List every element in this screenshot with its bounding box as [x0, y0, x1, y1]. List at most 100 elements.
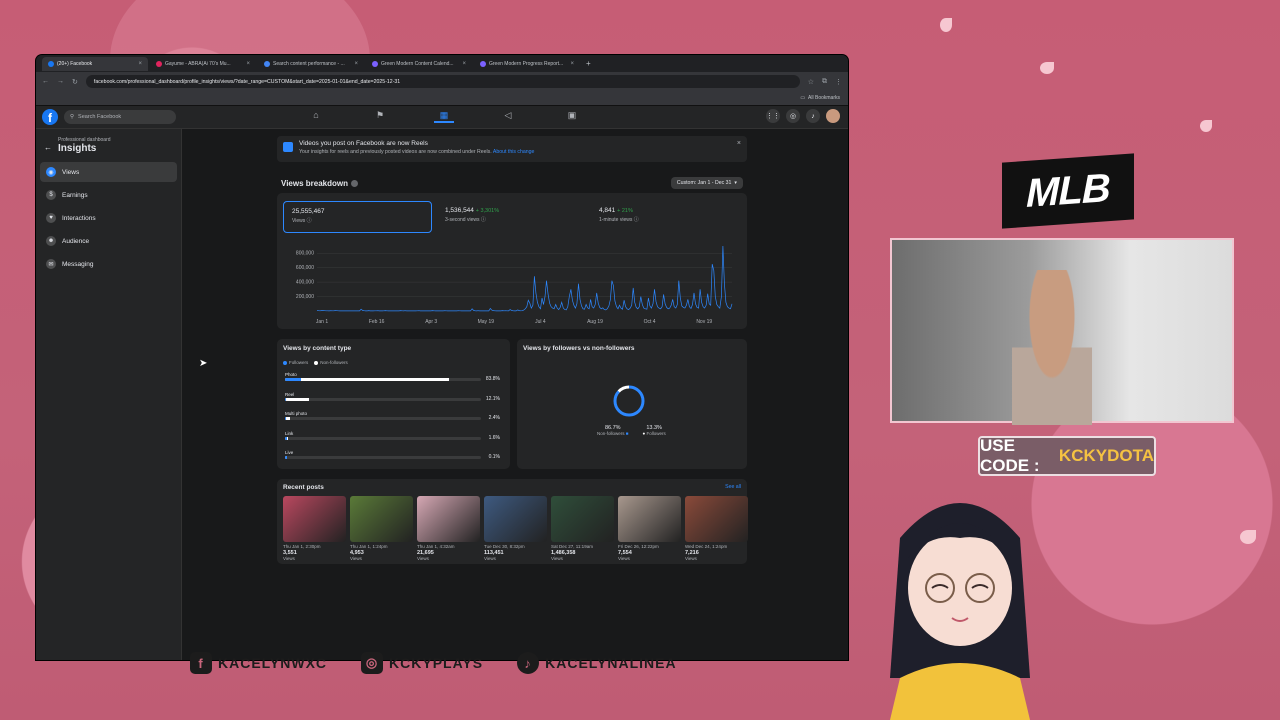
post-thumbnail[interactable] — [685, 496, 748, 542]
views-breakdown-card: Views breakdown Custom: Jan 1 - Dec 31 ▾ … — [277, 171, 747, 329]
calendar-icon[interactable]: ▣ — [562, 110, 582, 123]
close-tab-icon[interactable]: × — [354, 61, 358, 67]
petal-decoration — [1200, 120, 1212, 132]
right-nav: ⋮⋮ ◎ ♪ — [766, 109, 840, 123]
post-thumbnail[interactable] — [484, 496, 547, 542]
dashboard-icon[interactable]: ▦ — [434, 110, 454, 123]
profile-avatar[interactable] — [826, 109, 840, 123]
close-tab-icon[interactable]: × — [462, 61, 466, 67]
recent-posts-card: Recent posts See all Thu Jan 1, 2:30pm 3,… — [277, 479, 748, 564]
post-thumbnail[interactable] — [551, 496, 614, 542]
star-icon[interactable]: ☆ — [808, 78, 814, 86]
apps-grid-icon[interactable]: ⋮⋮ — [766, 109, 780, 123]
browser-window: (20+) Facebook × Gayume - ABRA(Ai 70's Mu… — [36, 55, 848, 660]
mlb-logo: MLB — [1002, 153, 1134, 229]
non-followers-label: Non-followers — [597, 431, 625, 436]
post-views-label: Views — [350, 556, 362, 561]
notifications-bell-icon[interactable]: ♪ — [806, 109, 820, 123]
content-type-pct: 2.4% — [488, 415, 500, 421]
info-icon[interactable] — [351, 180, 358, 188]
post-thumbnail[interactable] — [417, 496, 480, 542]
metric-1-minute-views[interactable]: 4,841 + 21% 1-minute views ⓘ — [591, 201, 740, 233]
webcam-feed — [890, 238, 1234, 425]
recent-post[interactable]: Thu Jan 1, 4:32am 21,695 Views — [417, 496, 480, 561]
about-this-change-link[interactable]: About this change — [493, 149, 535, 155]
search-icon: ⚲ — [70, 114, 75, 120]
bar-track — [285, 436, 481, 440]
youtube-favicon-icon — [156, 60, 162, 67]
content-type-label: Reel — [285, 391, 295, 397]
reload-icon[interactable]: ↻ — [72, 78, 78, 86]
content-type-bar — [285, 378, 450, 381]
back-arrow-icon[interactable]: ← — [42, 78, 49, 85]
url-field[interactable]: facebook.com/professional_dashboard/prof… — [85, 75, 800, 88]
post-views-label: Views — [283, 556, 295, 561]
y-tick-label: 400,000 — [296, 280, 314, 286]
recent-post[interactable]: Fri Dec 26, 12:22pm 7,554 Views — [618, 496, 681, 561]
close-icon[interactable]: × — [737, 140, 741, 147]
recent-post[interactable]: Wed Dec 24, 1:24pm 7,216 Views — [685, 496, 748, 561]
browser-tab-facebook[interactable]: (20+) Facebook × — [42, 56, 148, 71]
legend-followers: Followers — [289, 360, 309, 365]
post-views-label: Views — [417, 556, 429, 561]
recent-post[interactable]: Thu Jan 1, 1:24pm 4,953 Views — [350, 496, 413, 561]
flag-icon[interactable]: ⚑ — [370, 110, 390, 123]
browser-tab-3[interactable]: Search content performance - ... × — [258, 57, 364, 71]
content-type-bars: Photo 83.8% Reel 12.1% Multi photo 2.4% Link 1.… — [283, 370, 504, 468]
browser-tab-5[interactable]: Green Modern Progress Report... × — [474, 57, 580, 71]
followers-bar-segment — [285, 397, 287, 401]
facebook-top-nav: f ⚲ Search Facebook ⌂ ⚑ ▦ ◁ ▣ ⋮⋮ ◎ ♪ — [36, 106, 848, 129]
sidebar-item-messaging[interactable]: ✉ Messaging — [40, 254, 177, 274]
facebook-search-input[interactable]: ⚲ Search Facebook — [64, 110, 176, 124]
facebook-favicon-icon — [48, 60, 54, 67]
bar-track — [285, 417, 481, 420]
legend-non-followers: Non-followers — [320, 360, 348, 365]
content-type-row: Photo 83.8% — [283, 370, 504, 390]
views-breakdown-title: Views breakdown — [281, 179, 358, 188]
metric-views[interactable]: 25,555,467 Views ⓘ — [283, 201, 432, 233]
followers-bar-segment — [285, 456, 287, 459]
back-arrow-icon[interactable]: ← — [44, 143, 52, 152]
date-range-dropdown[interactable]: Custom: Jan 1 - Dec 31 ▾ — [670, 177, 743, 189]
recent-post[interactable]: Thu Jan 1, 2:30pm 3,551 Views — [283, 496, 346, 561]
info-icon: ⓘ — [480, 217, 486, 223]
mouse-cursor-icon: ➤ — [199, 358, 208, 369]
new-tab-icon[interactable]: + — [586, 59, 591, 68]
facebook-logo-icon[interactable]: f — [42, 109, 58, 125]
post-thumbnail[interactable] — [618, 496, 681, 542]
content-type-bar — [285, 456, 287, 459]
metric-3-second-views[interactable]: 1,536,544 + 3,301% 3-second views ⓘ — [437, 201, 586, 233]
center-nav: ⌂ ⚑ ▦ ◁ ▣ — [306, 110, 582, 123]
see-all-link[interactable]: See all — [725, 484, 741, 490]
content-type-label: Photo — [285, 372, 297, 377]
all-bookmarks-link[interactable]: All Bookmarks — [808, 95, 840, 101]
bar-track — [285, 456, 481, 459]
social-tiktok: ♪ KACELYNALINEA — [517, 652, 677, 674]
x-tick-label: Nov 19 — [696, 319, 712, 325]
close-tab-icon[interactable]: × — [138, 61, 142, 67]
browser-tab-2[interactable]: Gayume - ABRA(Ai 70's Mu... × — [150, 57, 256, 71]
menu-dots-icon[interactable]: ⋮ — [835, 78, 842, 86]
people-icon: ☻ — [46, 236, 56, 246]
sidebar-item-views[interactable]: ◉ Views — [40, 162, 177, 182]
post-thumbnail[interactable] — [283, 496, 346, 542]
recent-post[interactable]: Tue Dec 30, 8:32pm 113,451 Views — [484, 496, 547, 561]
social-handles: f KACELYNWXC ◎ KCKYPLAYS ♪ KACELYNALINEA — [190, 652, 677, 674]
extensions-icon[interactable]: ⧉ — [822, 78, 827, 86]
sidebar-item-audience[interactable]: ☻ Audience — [40, 231, 177, 251]
megaphone-icon[interactable]: ◁ — [498, 110, 518, 123]
petal-decoration — [1240, 530, 1256, 544]
recent-post[interactable]: Sat Dec 27, 11:19am 1,486,358 Views — [551, 496, 614, 561]
browser-tab-4[interactable]: Green Modern Content Calend... × — [366, 57, 472, 71]
post-thumbnail[interactable] — [350, 496, 413, 542]
close-tab-icon[interactable]: × — [246, 61, 250, 67]
sidebar-item-earnings[interactable]: $ Earnings — [40, 185, 177, 205]
forward-arrow-icon[interactable]: → — [57, 78, 64, 85]
info-icon: ⓘ — [306, 218, 312, 224]
close-tab-icon[interactable]: × — [570, 61, 574, 67]
home-icon[interactable]: ⌂ — [306, 110, 326, 123]
post-date: Thu Jan 1, 2:30pm — [283, 544, 321, 549]
messenger-icon[interactable]: ◎ — [786, 109, 800, 123]
sidebar-item-interactions[interactable]: ♥ Interactions — [40, 208, 177, 228]
content-type-label: Live — [285, 450, 294, 455]
